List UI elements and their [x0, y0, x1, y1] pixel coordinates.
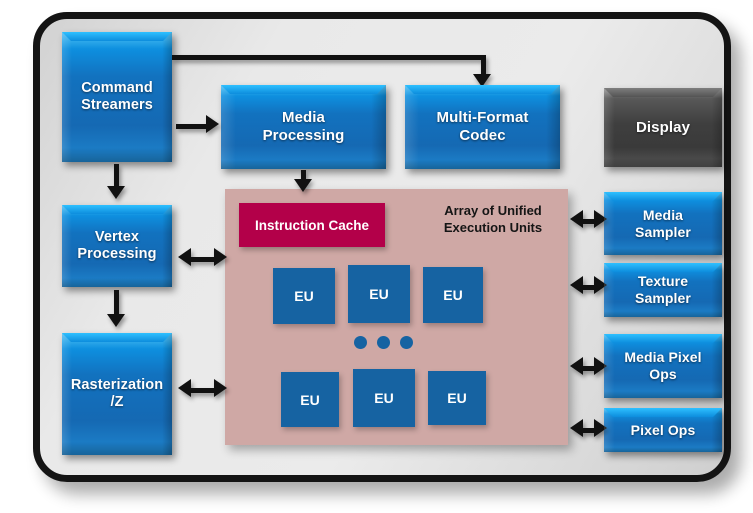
block-eu[interactable]: EU: [423, 267, 483, 323]
block-media-pixel-ops-label: Media Pixel Ops: [624, 349, 702, 382]
eu-label: EU: [369, 286, 389, 302]
block-eu[interactable]: EU: [281, 372, 339, 427]
block-rasterization-z-label: Rasterization/Z: [70, 376, 164, 410]
block-media-pixel-ops[interactable]: Media Pixel Ops: [604, 334, 722, 398]
block-media-sampler-label: Media Sampler: [635, 206, 691, 240]
eu-dot: [377, 336, 390, 349]
eu-label: EU: [443, 287, 463, 303]
eu-label: EU: [300, 391, 320, 408]
eu-dot: [354, 336, 367, 349]
block-display-label: Display: [635, 118, 691, 136]
block-instruction-cache[interactable]: Instruction Cache: [239, 203, 385, 247]
eu-label: EU: [374, 390, 394, 406]
block-vertex-processing[interactable]: Vertex Processing: [62, 205, 172, 287]
instruction-cache-label: Instruction Cache: [254, 217, 370, 233]
block-eu[interactable]: EU: [428, 371, 486, 425]
block-vertex-processing-label: Vertex Processing: [77, 228, 157, 262]
block-eu[interactable]: EU: [273, 268, 335, 324]
block-command-streamers[interactable]: Command Streamers: [62, 32, 172, 162]
eu-dot: [400, 336, 413, 349]
block-eu[interactable]: EU: [353, 369, 415, 427]
block-media-sampler[interactable]: Media Sampler: [604, 192, 722, 255]
block-pixel-ops[interactable]: Pixel Ops: [604, 408, 722, 452]
block-texture-sampler[interactable]: Texture Sampler: [604, 263, 722, 317]
block-media-processing[interactable]: Media Processing: [221, 85, 386, 169]
array-caption: Array of Unified Execution Units: [443, 203, 543, 236]
eu-label: EU: [294, 288, 314, 304]
eu-ellipsis: [354, 336, 413, 349]
array-of-unified-execution-units: Instruction Cache Array of Unified Execut…: [225, 189, 568, 445]
block-texture-sampler-label: Texture Sampler: [635, 273, 691, 306]
block-command-streamers-label: Command Streamers: [81, 79, 153, 113]
block-multi-format-codec[interactable]: Multi-Format Codec: [405, 85, 560, 169]
block-media-processing-label: Media Processing: [262, 109, 345, 144]
block-multi-format-codec-label: Multi-Format Codec: [436, 109, 529, 144]
block-rasterization-z[interactable]: Rasterization/Z: [62, 333, 172, 455]
block-display[interactable]: Display: [604, 88, 722, 167]
block-pixel-ops-label: Pixel Ops: [630, 421, 696, 438]
block-eu[interactable]: EU: [348, 265, 410, 323]
diagram-canvas: Command Streamers Vertex Processing Raster…: [0, 0, 753, 513]
eu-label: EU: [447, 390, 467, 406]
